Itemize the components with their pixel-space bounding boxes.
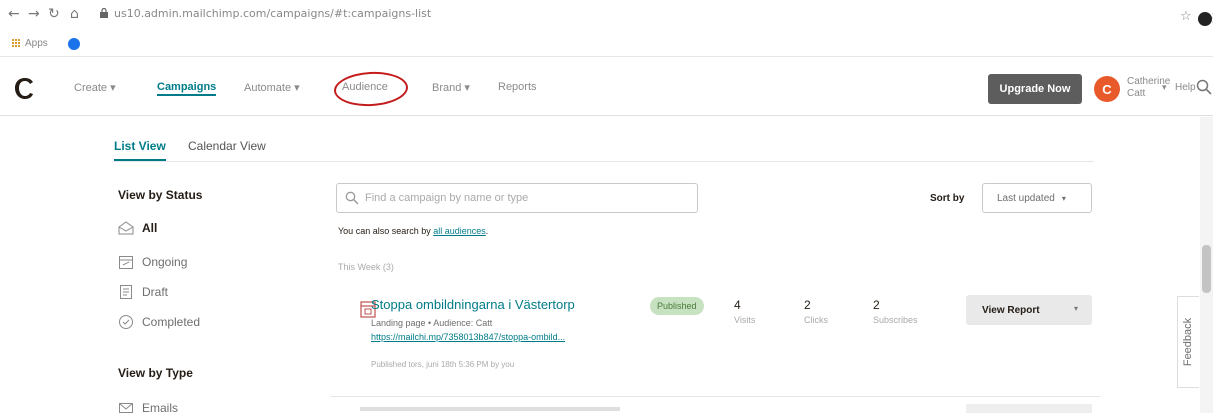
sidebar-item-emails[interactable]: Emails xyxy=(118,400,178,413)
stat-subscribes: 2 Subscribes xyxy=(873,298,918,325)
feedback-tab[interactable]: Feedback xyxy=(1177,296,1199,388)
group-label: This Week (3) xyxy=(338,262,394,272)
campaign-title[interactable]: Stoppa ombildningarna i Västertorp xyxy=(371,297,575,312)
nav-brand[interactable]: Brand ▾ xyxy=(432,81,470,94)
check-circle-icon xyxy=(119,315,133,329)
nav-create[interactable]: Create ▾ xyxy=(74,81,116,94)
next-row-text xyxy=(360,407,620,411)
type-heading: View by Type xyxy=(118,366,193,380)
campaign-search[interactable] xyxy=(336,183,698,213)
browser-menu-icon[interactable]: ⋮ xyxy=(1207,10,1213,26)
sidebar-item-completed[interactable]: Completed xyxy=(118,314,200,330)
reload-icon[interactable]: ↻ xyxy=(48,6,60,22)
chevron-down-icon: ▾ xyxy=(464,82,470,94)
nav-campaigns[interactable]: Campaigns xyxy=(157,81,217,96)
sort-select[interactable]: Last updated ▾ xyxy=(982,183,1092,213)
status-heading: View by Status xyxy=(118,188,203,202)
campaign-row: Stoppa ombildningarna i Västertorp Landi… xyxy=(330,285,1100,397)
audience-annotation-circle xyxy=(333,70,409,108)
view-tabs: List View Calendar View xyxy=(114,136,1094,162)
avatar[interactable]: C xyxy=(1094,76,1120,102)
all-audiences-link[interactable]: all audiences xyxy=(433,226,486,236)
bookmark-globe-icon[interactable] xyxy=(68,38,80,50)
sort-label: Sort by xyxy=(930,193,965,204)
stat-visits: 4 Visits xyxy=(734,298,756,325)
apps-bookmark[interactable]: Apps xyxy=(12,38,48,49)
tab-calendar-view[interactable]: Calendar View xyxy=(188,139,266,153)
campaign-url-link[interactable]: https://mailchi.mp/7358013b847/stoppa-om… xyxy=(371,332,565,342)
sidebar: View by Status All Ongoing Draft Complet… xyxy=(118,188,298,413)
upgrade-now-button[interactable]: Upgrade Now xyxy=(988,74,1082,104)
campaign-published-info: Published tors, juni 18th 5:36 PM by you xyxy=(371,360,515,369)
next-campaign-row xyxy=(330,400,1100,413)
browser-toolbar: ← → ↻ ⌂ us10.admin.mailchimp.com/campaig… xyxy=(0,4,1213,26)
envelope-open-icon xyxy=(118,221,134,235)
chevron-down-icon: ▾ xyxy=(294,82,300,94)
chevron-down-icon[interactable]: ▾ xyxy=(1162,82,1167,93)
email-icon xyxy=(119,403,133,413)
chevron-down-icon: ▾ xyxy=(110,82,116,94)
apps-label: Apps xyxy=(25,38,48,49)
sidebar-item-draft[interactable]: Draft xyxy=(118,284,168,300)
nav-automate[interactable]: Automate ▾ xyxy=(244,81,300,94)
bookmark-star-icon[interactable]: ☆ xyxy=(1180,8,1192,24)
stat-clicks: 2 Clicks xyxy=(804,298,828,325)
sidebar-item-all[interactable]: All xyxy=(118,220,157,236)
nav-reports[interactable]: Reports xyxy=(498,81,537,93)
status-badge: Published xyxy=(650,297,704,315)
url-text: us10.admin.mailchimp.com/campaigns/#t:ca… xyxy=(114,7,432,20)
view-report-button[interactable]: View Report ▾ xyxy=(966,295,1092,325)
forward-arrow-icon[interactable]: → xyxy=(28,6,40,22)
chevron-down-icon[interactable]: ▾ xyxy=(1074,304,1078,313)
back-arrow-icon[interactable]: ← xyxy=(8,6,20,22)
calendar-icon xyxy=(119,256,133,269)
sidebar-item-ongoing[interactable]: Ongoing xyxy=(118,254,187,270)
browser-chrome: ← → ↻ ⌂ us10.admin.mailchimp.com/campaig… xyxy=(0,0,1213,57)
address-bar[interactable]: us10.admin.mailchimp.com/campaigns/#t:ca… xyxy=(100,6,1180,24)
search-icon[interactable] xyxy=(1196,79,1212,95)
home-icon[interactable]: ⌂ xyxy=(70,6,79,22)
lock-icon xyxy=(100,8,108,18)
chevron-down-icon: ▾ xyxy=(1061,193,1066,203)
document-icon xyxy=(120,285,132,299)
app-header: Create ▾ Campaigns Automate ▾ Audience B… xyxy=(0,60,1213,116)
search-icon xyxy=(345,191,359,205)
help-link[interactable]: Help xyxy=(1175,82,1196,93)
campaign-subtitle: Landing page • Audience: Catt xyxy=(371,318,493,328)
apps-grid-icon xyxy=(12,39,21,48)
search-input[interactable] xyxy=(365,188,690,208)
next-row-button[interactable] xyxy=(966,404,1092,413)
tab-list-view[interactable]: List View xyxy=(114,139,166,161)
search-hint: You can also search by all audiences. xyxy=(338,226,489,236)
mailchimp-logo-icon[interactable] xyxy=(12,76,38,102)
scrollbar-thumb[interactable] xyxy=(1202,245,1211,293)
